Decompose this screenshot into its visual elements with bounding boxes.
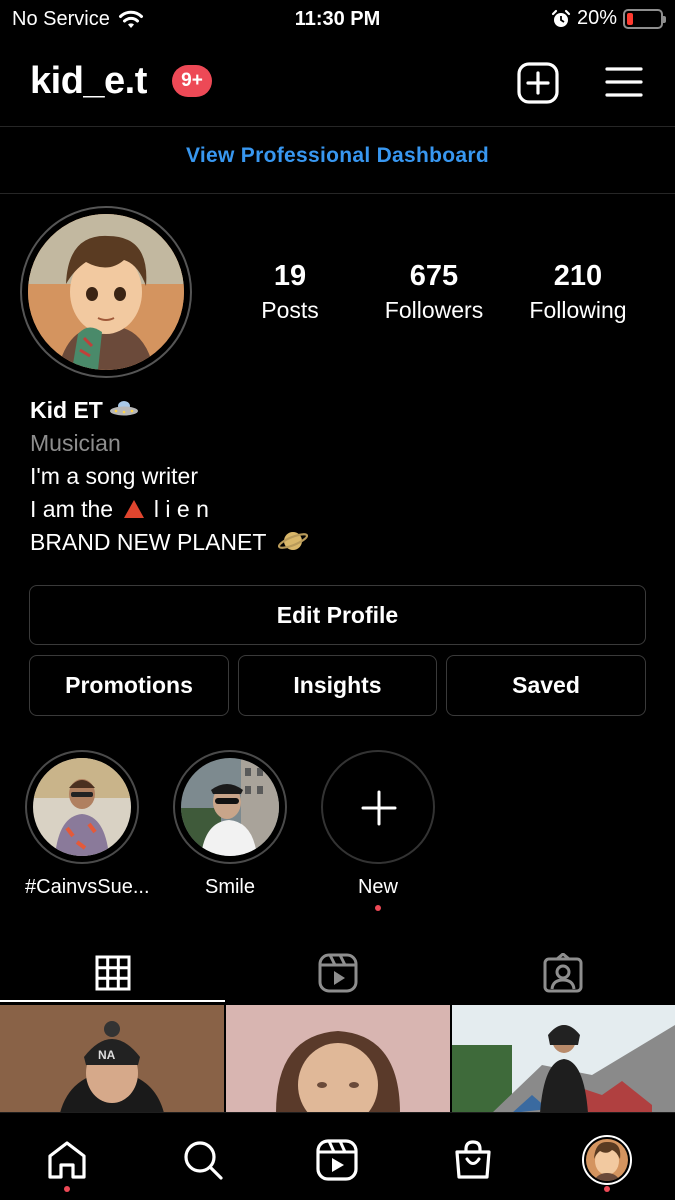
highlight-thumbnail [33, 758, 131, 856]
highlight-new[interactable]: New [321, 750, 435, 911]
profile-notification-dot [604, 1186, 610, 1192]
tab-reels[interactable] [225, 943, 450, 1003]
menu-icon[interactable] [604, 64, 644, 100]
reels-icon [316, 1139, 358, 1181]
bio-line-2: I am the l i e n [30, 493, 308, 526]
nav-reels[interactable] [312, 1135, 362, 1185]
highlight-thumbnail [181, 758, 279, 856]
highlight-label: #CainvsSue... [25, 876, 150, 898]
battery-icon [623, 8, 666, 29]
new-post-icon[interactable] [517, 62, 559, 104]
alarm-icon [551, 9, 571, 27]
followers-label: Followers [384, 297, 484, 323]
highlight-ring [25, 750, 139, 864]
stat-posts[interactable]: 19 Posts [220, 260, 360, 324]
display-name-row: Kid ET [30, 394, 308, 427]
highlight-ring [321, 750, 435, 864]
post-thumbnail[interactable]: NA [0, 1005, 224, 1113]
posts-label: Posts [261, 297, 319, 323]
bio-line-2-start: I am the [30, 496, 114, 522]
grid-icon [95, 955, 130, 991]
nav-shop[interactable] [448, 1135, 498, 1185]
profile-header: kid_e.t 9+ [0, 48, 675, 118]
ufo-icon [110, 401, 139, 416]
bio-line-3-text: BRAND NEW PLANET [30, 529, 267, 555]
highlight-cainvssue[interactable]: #CainvsSue... [25, 750, 150, 899]
bio-line-2-end: l i e n [153, 496, 209, 522]
highlight-smile[interactable]: Smile [173, 750, 287, 899]
dashboard-divider [0, 193, 675, 194]
post-thumbnail[interactable] [226, 1005, 450, 1113]
home-notification-dot [64, 1186, 70, 1192]
profile-avatar-icon [582, 1135, 632, 1185]
profile-bio: Kid ET Musician I'm a song writer I am t… [30, 394, 309, 559]
promotions-button[interactable]: Promotions [29, 655, 229, 716]
stat-following[interactable]: 210 Following [508, 260, 648, 324]
profile-category: Musician [30, 430, 121, 456]
battery-percent: 20% [576, 7, 617, 29]
nav-search[interactable] [178, 1135, 228, 1185]
active-tab-indicator [0, 1000, 225, 1002]
status-bar: No Service 11:30 PM 20% [0, 0, 675, 38]
profile-avatar[interactable] [28, 214, 184, 370]
username-switcher[interactable]: kid_e.t [30, 60, 147, 103]
following-label: Following [529, 297, 627, 323]
shopping-bag-icon [455, 1140, 491, 1179]
edit-profile-button[interactable]: Edit Profile [29, 585, 646, 645]
highlight-ring [173, 750, 287, 864]
following-count: 210 [553, 260, 603, 292]
svg-text:NA: NA [98, 1048, 116, 1062]
search-icon [184, 1141, 223, 1180]
nav-profile[interactable] [582, 1135, 632, 1185]
home-icon [48, 1141, 86, 1179]
professional-dashboard-link[interactable]: View Professional Dashboard [0, 144, 675, 168]
plus-icon [361, 790, 397, 826]
insights-button[interactable]: Insights [238, 655, 437, 716]
ringed-planet-icon [278, 532, 309, 550]
bio-line-1: I'm a song writer [30, 463, 198, 489]
highlight-label: New [357, 876, 398, 898]
avatar-illustration [28, 214, 184, 370]
header-divider [0, 126, 675, 127]
stat-followers[interactable]: 675 Followers [364, 260, 504, 324]
tab-grid[interactable] [0, 943, 225, 1003]
notification-badge[interactable]: 9+ [172, 65, 212, 97]
new-indicator-dot [375, 905, 381, 911]
tab-tagged[interactable] [450, 943, 675, 1003]
nav-home[interactable] [42, 1135, 92, 1185]
bottom-navigation [0, 1112, 675, 1200]
post-thumbnail[interactable] [452, 1005, 675, 1113]
status-right: 20% [551, 7, 666, 30]
highlight-label: Smile [204, 876, 255, 898]
followers-count: 675 [409, 260, 459, 292]
display-name: Kid ET [30, 397, 103, 423]
red-triangle-icon [123, 500, 144, 518]
posts-count: 19 [273, 260, 307, 292]
bio-line-3: BRAND NEW PLANET [30, 526, 309, 559]
tagged-icon [543, 953, 582, 993]
saved-button[interactable]: Saved [446, 655, 646, 716]
reels-icon [318, 953, 357, 993]
